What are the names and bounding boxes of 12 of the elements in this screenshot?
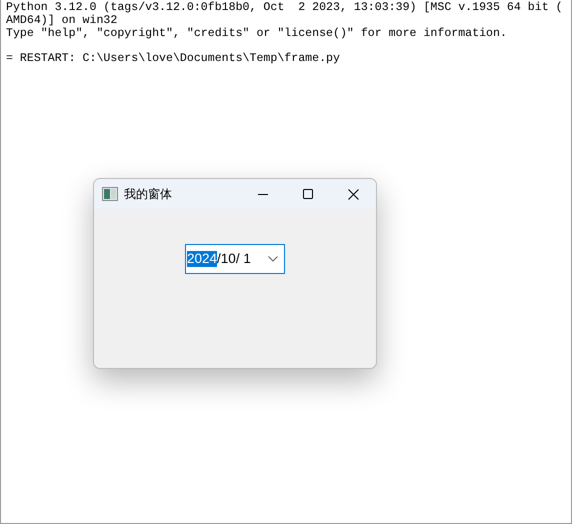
window-title: 我的窗体 bbox=[124, 186, 172, 203]
close-icon bbox=[348, 188, 359, 200]
date-picker[interactable]: 2024/10/ 1 bbox=[185, 244, 285, 274]
console-line: Type "help", "copyright", "credits" or "license()" for more information. bbox=[6, 28, 508, 40]
console-line: AMD64)] on win32 bbox=[6, 14, 118, 28]
maximize-icon bbox=[303, 188, 314, 200]
dropdown-caret-icon bbox=[268, 256, 278, 262]
date-segment[interactable]: /10/ 1 bbox=[217, 251, 251, 267]
app-icon bbox=[102, 187, 118, 201]
console-line: = RESTART: C:\Users\love\Documents\Temp\frame.py bbox=[6, 53, 341, 66]
console-line: Python 3.12.0 (tags/v3.12.0:0fb18b0, Oct 2 2023, 13:03:39) [MSC v.1935 64 bit ( bbox=[6, 2, 564, 14]
selected-date-segment[interactable]: 2024 bbox=[187, 251, 218, 267]
